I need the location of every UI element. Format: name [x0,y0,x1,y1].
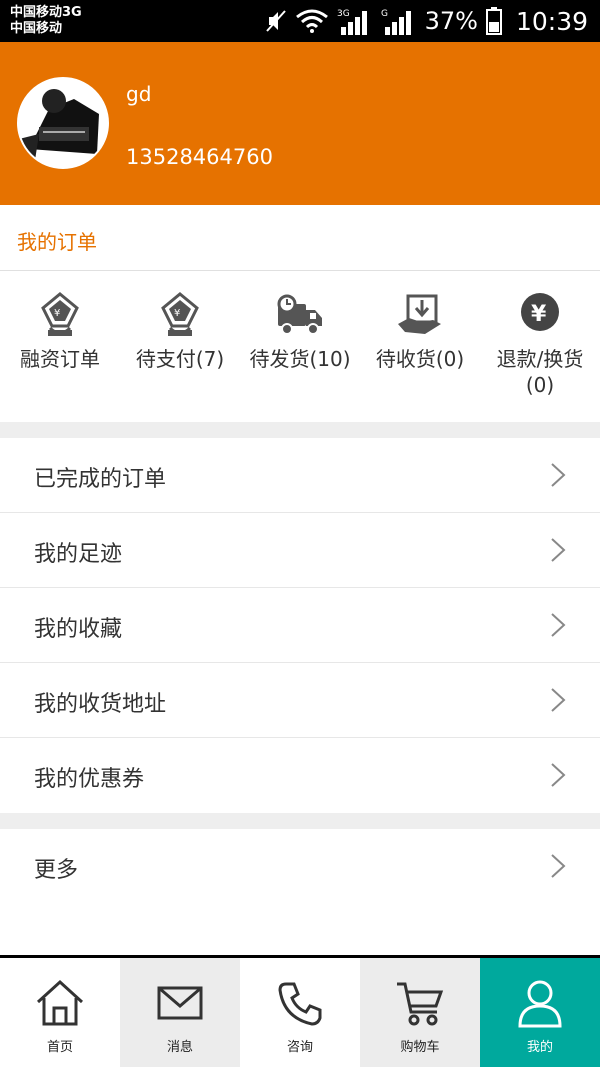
chevron-right-icon [551,463,566,487]
carrier-info: 中国移动3G 中国移动 [10,5,82,37]
account-menu: 已完成的订单 我的足迹 我的收藏 我的收货地址 我的优惠券 [0,438,600,813]
tab-home[interactable]: 首页 [0,958,120,1067]
network-3g-label: 3G [337,9,350,19]
more-item[interactable]: 更多 [0,829,600,904]
mail-icon [157,986,203,1020]
svg-text:¥: ¥ [54,308,60,319]
pending-receipt-icon [398,294,441,334]
pending-receipt-button[interactable]: 待收货(0) [360,272,480,422]
phone-number: 13528464760 [126,145,273,169]
order-status-row: ¥ 融资订单 ¥ 待支付(7) 待发货(10) 待收货(0) ¥ 退款/换货(0… [0,272,600,422]
tab-label: 我的 [526,1040,553,1055]
carrier-line1: 中国移动3G [10,5,82,20]
pending-shipment-icon [277,294,322,335]
pending-shipment-button[interactable]: 待发货(10) [240,272,360,422]
chevron-right-icon [551,854,566,878]
menu-item-label: 已完成的订单 [34,467,167,492]
footprints-item[interactable]: 我的足迹 [0,513,600,588]
menu-item-label: 我的足迹 [34,542,123,567]
tab-label: 消息 [166,1040,193,1055]
svg-text:¥: ¥ [174,308,180,319]
menu-item-label: 我的优惠券 [34,767,145,792]
refund-exchange-label: 退款/换货(0) [496,347,584,397]
battery-icon [485,7,502,35]
pending-shipment-label: 待发货(10) [249,347,351,371]
favorites-item[interactable]: 我的收藏 [0,588,600,663]
finance-order-icon: ¥ [41,292,79,336]
pending-payment-button[interactable]: ¥ 待支付(7) [120,272,240,422]
refund-exchange-button[interactable]: ¥ 退款/换货(0) [480,272,600,422]
pending-receipt-label: 待收货(0) [375,347,465,371]
tab-label: 咨询 [286,1040,313,1055]
mute-icon [265,9,287,33]
menu-item-label: 我的收藏 [34,617,123,642]
tab-me[interactable]: 我的 [480,958,600,1067]
pending-payment-label: 待支付(7) [135,347,225,371]
chevron-right-icon [551,688,566,712]
user-icon [518,980,562,1028]
chevron-right-icon [551,613,566,637]
svg-text:¥: ¥ [531,302,547,327]
finance-order-label: 融资订单 [20,347,100,371]
profile-header[interactable]: gd 13528464760 [0,42,600,205]
avatar[interactable] [17,77,109,169]
menu-item-label: 我的收货地址 [34,692,167,717]
chevron-right-icon [551,763,566,787]
shipping-address-item[interactable]: 我的收货地址 [0,663,600,738]
my-orders-header[interactable]: 我的订单 [0,205,600,271]
finance-order-button[interactable]: ¥ 融资订单 [0,272,120,422]
phone-icon [278,982,322,1026]
cart-icon [397,982,444,1026]
carrier-line2: 中国移动 [10,21,63,36]
chevron-right-icon [551,538,566,562]
coupons-item[interactable]: 我的优惠券 [0,738,600,813]
tab-label: 购物车 [400,1040,440,1055]
battery-percent: 37% [424,7,478,35]
my-orders-title: 我的订单 [17,230,97,254]
tab-messages[interactable]: 消息 [120,958,240,1067]
refund-icon: ¥ [521,293,559,331]
completed-orders-item[interactable]: 已完成的订单 [0,438,600,513]
network-g-label: G [381,9,388,19]
section-divider [0,813,600,829]
tab-label: 首页 [46,1040,73,1055]
signal-g-icon: G [381,7,417,35]
signal-3g-icon: 3G [337,7,373,35]
clock: 10:39 [515,6,588,36]
username: gd [126,82,152,106]
status-bar: 中国移动3G 中国移动 3G G 37% 10:39 [0,0,600,42]
menu-item-label: 更多 [34,858,79,883]
more-menu: 更多 [0,829,600,904]
section-divider [0,422,600,438]
tab-consult[interactable]: 咨询 [240,958,360,1067]
wifi-icon [295,9,329,33]
status-icons: 3G G 37% 10:39 [265,6,588,36]
bottom-tab-bar: 首页 消息 咨询 购物车 我的 [0,955,600,1067]
pending-payment-icon: ¥ [161,292,199,336]
tab-cart[interactable]: 购物车 [360,958,480,1067]
home-icon [36,979,84,1026]
